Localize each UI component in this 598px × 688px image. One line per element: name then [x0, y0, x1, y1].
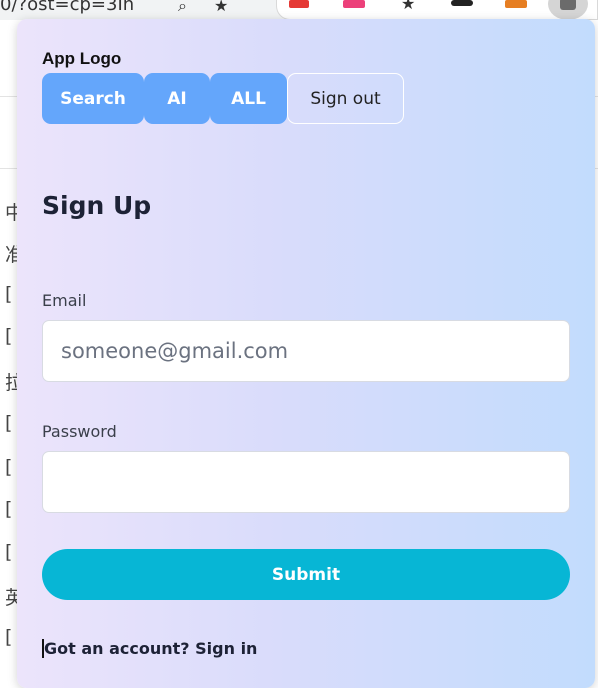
sign-out-button[interactable]: Sign out: [287, 73, 404, 124]
all-button[interactable]: ALL: [210, 73, 287, 124]
email-label: Email: [42, 291, 87, 310]
search-icon[interactable]: ⌕: [178, 0, 187, 16]
extension-icon[interactable]: [343, 0, 365, 8]
password-field[interactable]: [42, 451, 570, 513]
search-button[interactable]: Search: [42, 73, 144, 124]
password-label: Password: [42, 422, 117, 441]
url-fragment: 0/?ost=cp=3Ih: [0, 0, 135, 15]
background-text: [: [5, 412, 13, 434]
extension-icon[interactable]: [451, 0, 473, 6]
address-bar[interactable]: 0/?ost=cp=3Ih ⌕ ★: [0, 0, 262, 18]
extension-icon[interactable]: [289, 0, 309, 8]
background-text: [: [5, 456, 13, 478]
bookmark-icon[interactable]: ★: [401, 0, 415, 13]
sign-in-link[interactable]: Got an account? Sign in: [42, 639, 257, 658]
fox-extension-icon[interactable]: [505, 0, 527, 8]
background-text: [: [5, 283, 13, 305]
app-logo: App Logo: [42, 49, 122, 68]
email-field[interactable]: [42, 320, 570, 382]
background-text: [: [5, 541, 13, 563]
ai-button[interactable]: AI: [144, 73, 210, 124]
submit-button[interactable]: Submit: [42, 549, 570, 600]
background-text: [: [5, 626, 13, 648]
background-text: [: [5, 325, 13, 347]
background-text: [: [5, 498, 13, 520]
extension-popup: App Logo Search AI ALL Sign out Sign Up …: [17, 19, 595, 688]
star-icon[interactable]: ★: [214, 0, 228, 15]
page-title: Sign Up: [42, 191, 152, 220]
browser-toolbar: 0/?ost=cp=3Ih ⌕ ★ ★: [0, 0, 598, 20]
